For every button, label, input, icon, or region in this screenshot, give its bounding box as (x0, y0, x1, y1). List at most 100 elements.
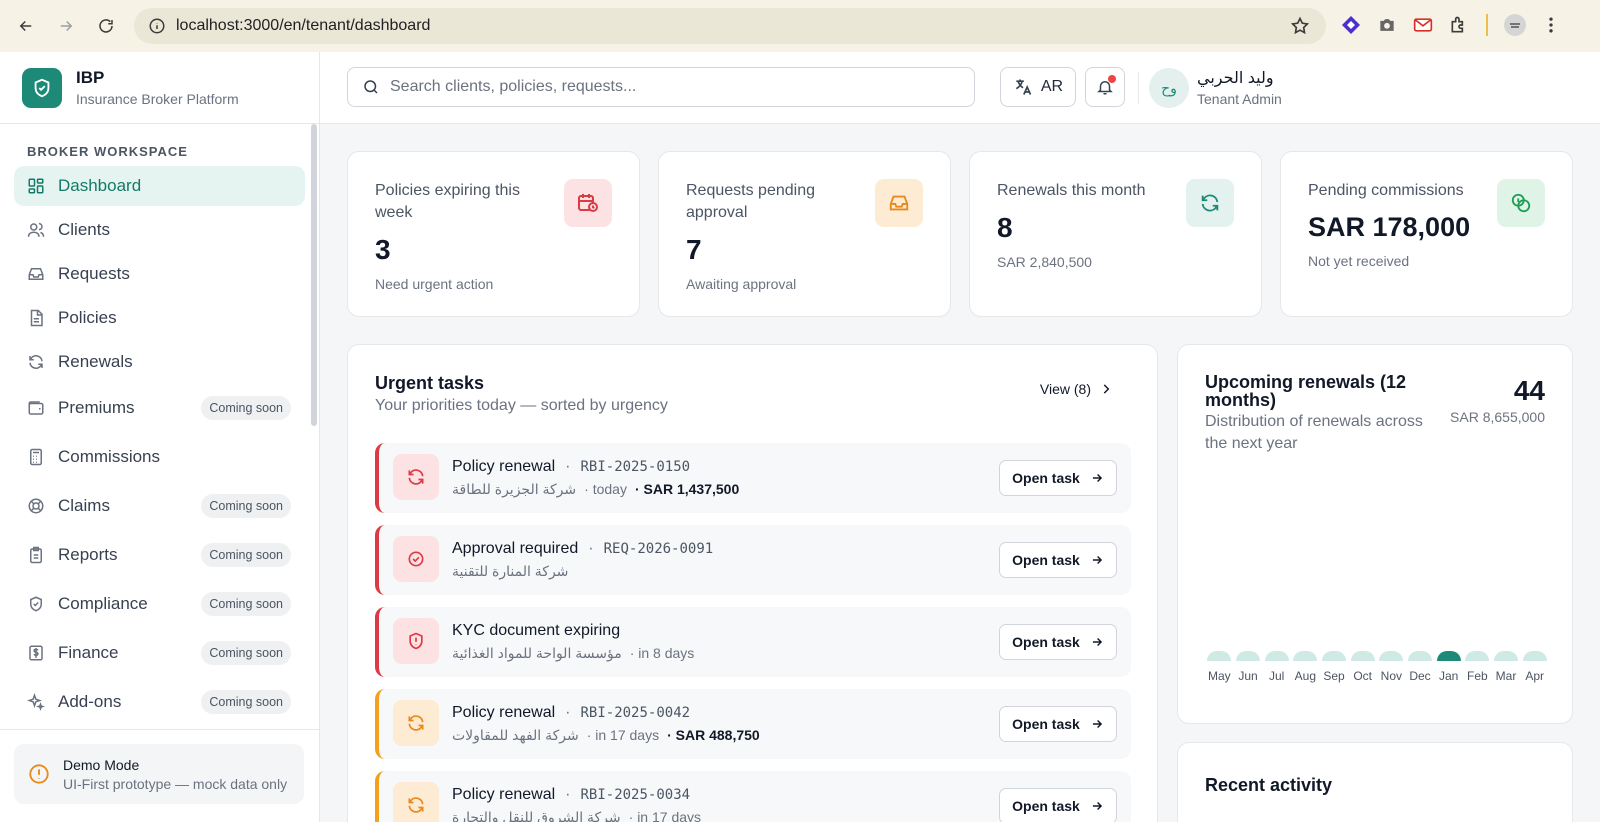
sidebar-item-dashboard[interactable]: Dashboard (14, 166, 305, 206)
task-row[interactable]: KYC document expiring مؤسسة الواحة للموا… (375, 607, 1131, 677)
inbox-icon (875, 179, 923, 227)
refresh-icon (27, 353, 45, 371)
open-task-button[interactable]: Open task (999, 706, 1117, 742)
month-bar-may[interactable] (1207, 651, 1232, 661)
stat-value: 3 (375, 234, 391, 265)
brand-header[interactable]: IBP Insurance Broker Platform (0, 52, 319, 124)
month-bar-jan[interactable] (1436, 651, 1461, 661)
stat-sub: SAR 2,840,500 (997, 254, 1092, 270)
task-row[interactable]: Policy renewal · RBI-2025-0150 شركة الجزير… (375, 443, 1131, 513)
month-bar-feb[interactable] (1465, 651, 1490, 661)
month-bar-jul[interactable] (1264, 651, 1289, 661)
sidebar-item-compliance[interactable]: Compliance Coming soon (14, 582, 305, 626)
topbar: AR وح وليد الحربي Tenant Admin (320, 52, 1600, 124)
sidebar-item-renewals[interactable]: Renewals (14, 342, 305, 382)
task-client: شركة المنارة للتقنية (452, 563, 569, 579)
sidebar-item-label: Policies (58, 308, 117, 327)
open-task-button[interactable]: Open task (999, 460, 1117, 496)
demo-title: Demo Mode (63, 756, 140, 773)
view-all-link[interactable]: View (8) (1040, 381, 1113, 397)
open-task-button[interactable]: Open task (999, 624, 1117, 660)
notifications-button[interactable] (1085, 67, 1125, 107)
bookmark-star-icon[interactable] (1290, 16, 1310, 36)
coming-soon-badge: Coming soon (201, 641, 291, 665)
sidebar-item-add-ons[interactable]: Add-ons Coming soon (14, 680, 305, 724)
brand-subtitle: Insurance Broker Platform (76, 91, 239, 107)
stat-card-renewals[interactable]: Renewals this month 8 SAR 2,840,500 (969, 151, 1262, 317)
month-bar-sep[interactable] (1322, 651, 1346, 661)
stat-label: Renewals this month (997, 182, 1146, 199)
open-task-button[interactable]: Open task (999, 788, 1117, 822)
forward-icon[interactable] (52, 12, 80, 40)
address-bar[interactable]: localhost:3000/en/tenant/dashboard (134, 8, 1326, 44)
extension-diamond-icon[interactable] (1340, 14, 1362, 36)
month-bar-mar[interactable] (1494, 651, 1518, 661)
task-row[interactable]: Approval required · REQ-2026-0091 شركة الم… (375, 525, 1131, 595)
task-row[interactable]: Policy renewal · RBI-2025-0042 شركة الفهد … (375, 689, 1131, 759)
month-bar-aug[interactable] (1293, 651, 1318, 661)
urgent-tasks-panel: Urgent tasks Your priorities today — sor… (347, 344, 1158, 822)
month-bar-oct[interactable] (1350, 651, 1375, 661)
month-bar-nov[interactable] (1379, 651, 1404, 661)
sidebar-item-label: Clients (58, 220, 110, 239)
task-when: · in 17 days (628, 809, 702, 822)
user-name[interactable]: وليد الحربي (1197, 68, 1274, 88)
coming-soon-badge: Coming soon (201, 543, 291, 567)
menu-kebab-icon[interactable] (1540, 14, 1562, 36)
stat-label: Policies expiring this week (375, 182, 520, 221)
avatar[interactable]: وح (1149, 68, 1189, 108)
stat-sub: Awaiting approval (686, 276, 797, 292)
warning-circle-icon (29, 764, 49, 784)
lifebuoy-icon (27, 497, 45, 515)
sidebar-item-label: Compliance (58, 594, 148, 613)
camera-icon[interactable] (1376, 14, 1398, 36)
sparkles-icon (27, 693, 45, 711)
sidebar-item-reports[interactable]: Reports Coming soon (14, 533, 305, 577)
sidebar-item-finance[interactable]: Finance Coming soon (14, 631, 305, 675)
stat-label: Pending commissions (1308, 182, 1464, 199)
puzzle-extension-icon[interactable] (1448, 14, 1470, 36)
stat-card-expiring[interactable]: Policies expiring this week 3 Need urgen… (347, 151, 640, 317)
panel-subtitle: Distribution of renewals across the next… (1205, 413, 1423, 452)
site-info-icon[interactable] (148, 17, 166, 35)
refresh-icon (1186, 179, 1234, 227)
sidebar-item-clients[interactable]: Clients (14, 210, 305, 250)
sidebar-item-label: Add-ons (58, 692, 122, 711)
sidebar-item-label: Reports (58, 545, 118, 564)
search-icon (364, 80, 378, 94)
sidebar-item-commissions[interactable]: Commissions (14, 435, 305, 479)
month-bar-dec[interactable] (1408, 651, 1432, 661)
sidebar: IBP Insurance Broker Platform BROKER WOR… (0, 52, 320, 822)
chevron-right-icon (1103, 384, 1110, 394)
stat-card-pending-approval[interactable]: Requests pending approval 7 Awaiting app… (658, 151, 951, 317)
view-all-label: View (8) (1039, 381, 1091, 397)
sidebar-item-claims[interactable]: Claims Coming soon (14, 484, 305, 528)
users-icon (27, 221, 45, 239)
month-bar-apr[interactable] (1522, 651, 1547, 661)
task-title: Policy renewal (452, 786, 556, 803)
task-client: شركة الفهد للمقاولات (452, 727, 579, 743)
month-bar-jun[interactable] (1236, 651, 1260, 661)
task-client: شركة الجزيرة للطاقة (452, 481, 577, 497)
language-toggle-button[interactable]: AR (1000, 67, 1076, 107)
open-task-label: Open task (1012, 798, 1080, 814)
section-label: BROKER WORKSPACE (27, 144, 188, 159)
open-task-button[interactable]: Open task (999, 542, 1117, 578)
reload-icon[interactable] (92, 12, 120, 40)
search-box[interactable] (347, 67, 975, 107)
gmail-icon[interactable] (1412, 14, 1434, 36)
sidebar-scrollbar[interactable] (311, 124, 317, 426)
separator-dot: · (565, 704, 571, 721)
back-icon[interactable] (12, 12, 40, 40)
url-text: localhost:3000/en/tenant/dashboard (176, 17, 431, 34)
refresh-icon (393, 454, 439, 500)
sidebar-item-requests[interactable]: Requests (14, 254, 305, 294)
search-input[interactable] (390, 78, 950, 96)
sidebar-item-label: Finance (58, 643, 119, 662)
shield-alert-icon (393, 618, 439, 664)
sidebar-item-premiums[interactable]: Premiums Coming soon (14, 386, 305, 430)
task-row[interactable]: Policy renewal · RBI-2025-0034 شركة الشروق… (375, 771, 1131, 822)
sidebar-item-policies[interactable]: Policies (14, 298, 305, 338)
stat-card-commissions[interactable]: Pending commissions SAR 178,000 Not yet … (1280, 151, 1573, 317)
profile-avatar-icon[interactable] (1504, 14, 1526, 36)
